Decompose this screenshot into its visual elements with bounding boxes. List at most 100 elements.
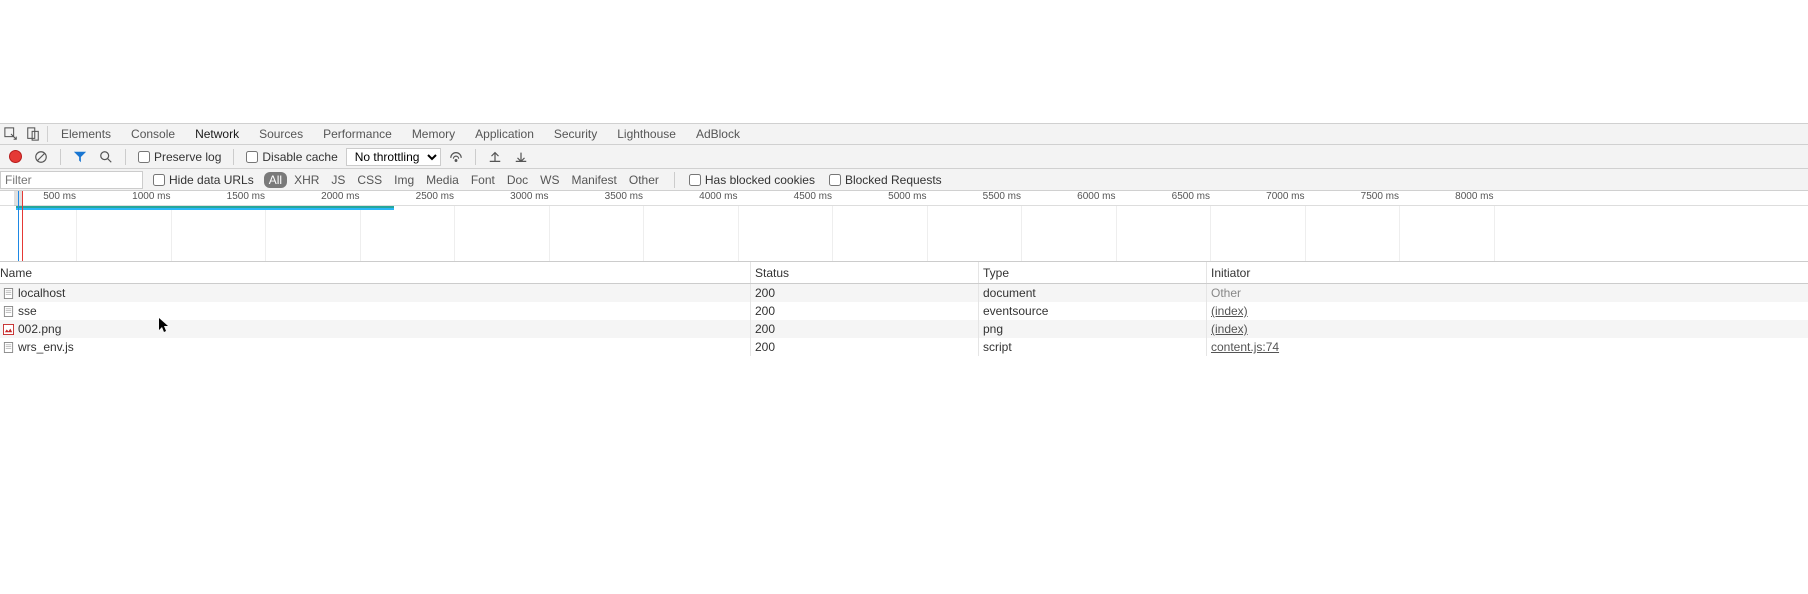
panel-tab-network[interactable]: Network xyxy=(185,124,249,144)
cell-initiator: Other xyxy=(1207,284,1808,302)
column-status[interactable]: Status xyxy=(751,262,979,283)
table-row[interactable]: localhost200documentOther xyxy=(0,284,1808,302)
filter-type-ws[interactable]: WS xyxy=(535,172,564,188)
record-button[interactable] xyxy=(4,146,26,168)
panel-tab-memory[interactable]: Memory xyxy=(402,124,465,144)
network-table-body: localhost200documentOthersse200eventsour… xyxy=(0,284,1808,356)
inspect-element-icon[interactable] xyxy=(0,124,22,144)
cell-status: 200 xyxy=(751,338,979,356)
timeline-gridline xyxy=(454,206,455,261)
table-row[interactable]: sse 200eventsource (index) xyxy=(0,302,1808,320)
filter-type-other[interactable]: Other xyxy=(624,172,664,188)
timeline-gridline xyxy=(1494,206,1495,261)
separator xyxy=(60,149,61,165)
filter-type-all[interactable]: All xyxy=(264,172,287,188)
blocked-cookies-label: Has blocked cookies xyxy=(705,173,815,187)
timeline-tick: 3000 ms xyxy=(510,191,548,202)
device-toolbar-icon[interactable] xyxy=(22,124,44,144)
cell-status: 200 xyxy=(751,320,979,338)
timeline-gridline xyxy=(1399,206,1400,261)
initiator-link[interactable]: (index) xyxy=(1211,322,1248,336)
panel-tab-adblock[interactable]: AdBlock xyxy=(686,124,750,144)
import-har-icon[interactable] xyxy=(484,146,506,168)
timeline-bar xyxy=(16,208,394,210)
filter-type-media[interactable]: Media xyxy=(421,172,464,188)
timeline-gridline xyxy=(738,206,739,261)
filter-toggle-icon[interactable] xyxy=(69,146,91,168)
throttling-select[interactable]: No throttling xyxy=(346,148,441,166)
timeline-gridline xyxy=(927,206,928,261)
panel-tab-application[interactable]: Application xyxy=(465,124,544,144)
filter-input[interactable] xyxy=(0,171,143,189)
timeline-gridline xyxy=(360,206,361,261)
cell-status: 200 xyxy=(751,302,979,320)
cell-status: 200 xyxy=(751,284,979,302)
network-timeline[interactable]: 500 ms 1000 ms 1500 ms 2000 ms 2500 ms 3000 m… xyxy=(0,191,1808,262)
filter-type-img[interactable]: Img xyxy=(389,172,419,188)
column-type[interactable]: Type xyxy=(979,262,1207,283)
panel-tab-elements[interactable]: Elements xyxy=(51,124,121,144)
request-name: sse xyxy=(18,304,37,318)
network-conditions-icon[interactable] xyxy=(445,146,467,168)
filter-type-xhr[interactable]: XHR xyxy=(289,172,324,188)
table-row[interactable]: 002.png200png(index) xyxy=(0,320,1808,338)
document-file-icon xyxy=(2,287,14,299)
panel-tab-console[interactable]: Console xyxy=(121,124,185,144)
cell-type: document xyxy=(979,284,1207,302)
hide-data-urls-label: Hide data URLs xyxy=(169,173,254,187)
filter-type-manifest[interactable]: Manifest xyxy=(567,172,622,188)
filter-type-css[interactable]: CSS xyxy=(352,172,387,188)
disable-cache-checkbox[interactable]: Disable cache xyxy=(246,150,337,164)
blocked-cookies-checkbox[interactable]: Has blocked cookies xyxy=(689,173,815,187)
timeline-tick: 1000 ms xyxy=(132,191,170,202)
timeline-tick: 2000 ms xyxy=(321,191,359,202)
table-row[interactable]: wrs_env.js200scriptcontent.js:74 xyxy=(0,338,1808,356)
load-marker xyxy=(22,191,23,261)
page-viewport-blank xyxy=(0,0,1808,123)
initiator-link: Other xyxy=(1211,286,1241,300)
panel-tab-performance[interactable]: Performance xyxy=(313,124,402,144)
initiator-link[interactable]: (index) xyxy=(1211,304,1248,318)
blocked-requests-checkbox[interactable]: Blocked Requests xyxy=(829,173,942,187)
column-name[interactable]: Name xyxy=(0,262,751,283)
timeline-tick: 6500 ms xyxy=(1172,191,1210,202)
cell-initiator: (index) xyxy=(1207,320,1808,338)
network-table-header[interactable]: Name Status Type Initiator xyxy=(0,262,1808,284)
cell-type: png xyxy=(979,320,1207,338)
initiator-link[interactable]: content.js:74 xyxy=(1211,340,1279,354)
image-file-icon xyxy=(2,323,14,335)
search-icon[interactable] xyxy=(95,146,117,168)
panel-tab-lighthouse[interactable]: Lighthouse xyxy=(607,124,686,144)
domcontentloaded-marker xyxy=(18,191,19,261)
preserve-log-checkbox[interactable]: Preserve log xyxy=(138,150,221,164)
timeline-gridline xyxy=(1305,206,1306,261)
clear-icon[interactable] xyxy=(30,146,52,168)
timeline-gridline xyxy=(171,206,172,261)
export-har-icon[interactable] xyxy=(510,146,532,168)
timeline-tick: 500 ms xyxy=(43,191,76,202)
timeline-gridline xyxy=(1021,206,1022,261)
separator xyxy=(674,172,675,188)
timeline-tick: 6000 ms xyxy=(1077,191,1115,202)
timeline-gridline xyxy=(265,206,266,261)
column-initiator[interactable]: Initiator xyxy=(1207,262,1808,283)
panel-tab-sources[interactable]: Sources xyxy=(249,124,313,144)
devtools-tabs: ElementsConsoleNetworkSourcesPerformance… xyxy=(0,123,1808,145)
filter-type-js[interactable]: JS xyxy=(326,172,350,188)
hide-data-urls-checkbox[interactable]: Hide data URLs xyxy=(153,173,254,187)
timeline-tick: 7500 ms xyxy=(1361,191,1399,202)
network-filter-bar: Hide data URLs AllXHRJSCSSImgMediaFontDo… xyxy=(0,169,1808,191)
panel-tab-security[interactable]: Security xyxy=(544,124,607,144)
preserve-log-label: Preserve log xyxy=(154,150,221,164)
cell-type: eventsource xyxy=(979,302,1207,320)
filter-type-font[interactable]: Font xyxy=(466,172,500,188)
timeline-tick: 3500 ms xyxy=(605,191,643,202)
request-name: wrs_env.js xyxy=(18,340,74,354)
filter-type-doc[interactable]: Doc xyxy=(502,172,533,188)
timeline-tick: 2500 ms xyxy=(416,191,454,202)
cell-initiator: (index) xyxy=(1207,302,1808,320)
timeline-gridline xyxy=(76,206,77,261)
timeline-tick: 1500 ms xyxy=(227,191,265,202)
cell-initiator: content.js:74 xyxy=(1207,338,1808,356)
cell-name: sse xyxy=(0,302,751,320)
